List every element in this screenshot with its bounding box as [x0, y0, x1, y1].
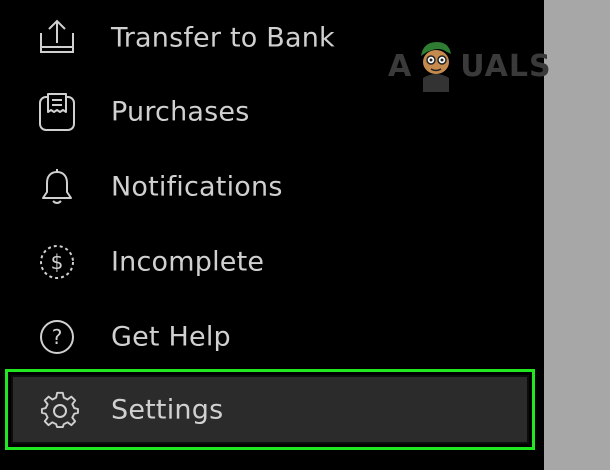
watermark: A UALS: [388, 38, 552, 94]
menu-item-label: Purchases: [111, 96, 250, 127]
menu-item-label: Get Help: [111, 321, 231, 352]
menu-item-incomplete[interactable]: $ Incomplete: [0, 224, 544, 299]
bank-transfer-icon: [36, 17, 78, 59]
menu-item-label: Incomplete: [111, 246, 265, 277]
menu-item-label: Notifications: [111, 171, 283, 202]
watermark-text-left: A: [388, 48, 413, 84]
background-panel: [544, 0, 610, 470]
mascot-icon: [413, 38, 459, 94]
gear-icon: [39, 389, 81, 431]
svg-text:$: $: [51, 250, 64, 274]
menu-item-settings[interactable]: Settings: [5, 369, 535, 450]
svg-text:?: ?: [52, 325, 63, 349]
purchases-receipt-icon: [36, 91, 78, 133]
question-circle-icon: ?: [36, 316, 78, 358]
bell-icon: [36, 166, 78, 208]
menu-item-label: Settings: [111, 394, 224, 425]
selected-row-background: [11, 375, 529, 444]
watermark-text-right: UALS: [460, 48, 552, 84]
menu-item-label: Transfer to Bank: [111, 22, 335, 53]
menu-item-notifications[interactable]: Notifications: [0, 149, 544, 224]
dollar-dashed-circle-icon: $: [36, 241, 78, 283]
menu-item-get-help[interactable]: ? Get Help: [0, 299, 544, 374]
